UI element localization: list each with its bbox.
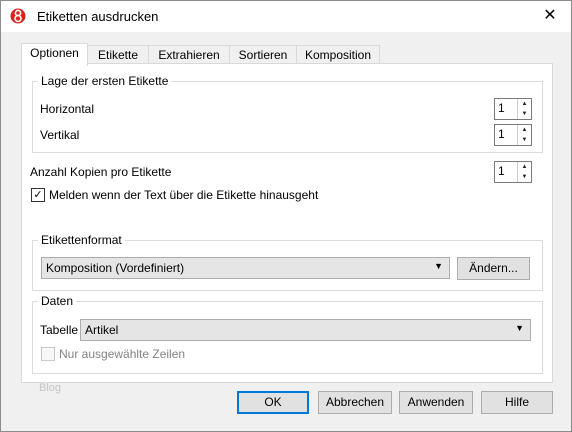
table-dropdown[interactable]: Artikel ▼ [80, 319, 531, 341]
spin-down-icon[interactable]: ▼ [518, 172, 531, 182]
copies-spinner[interactable]: 1 ▲ ▼ [494, 161, 532, 183]
spinner-buttons: ▲ ▼ [517, 125, 531, 145]
tab-etikette[interactable]: Etikette [87, 45, 149, 65]
vertical-value: 1 [498, 127, 505, 141]
tab-komposition[interactable]: Komposition [296, 45, 380, 65]
horizontal-label: Horizontal [40, 102, 95, 116]
change-format-button[interactable]: Ändern... [457, 257, 530, 280]
first-label-position-group: Lage der ersten Etikette [32, 74, 543, 153]
window-title: Etiketten ausdrucken [37, 9, 159, 24]
close-icon[interactable]: ✕ [537, 4, 563, 28]
chevron-down-icon: ▼ [434, 261, 443, 271]
group-title-data: Daten [38, 294, 77, 308]
copies-value: 1 [498, 164, 505, 178]
warn-overflow-checkbox[interactable]: ✓ [31, 188, 45, 202]
vertical-label: Vertikal [40, 128, 80, 142]
horizontal-value: 1 [498, 101, 505, 115]
dialog-window: Etiketten ausdrucken ✕ Optionen Etikette… [0, 0, 572, 432]
spinner-buttons: ▲ ▼ [517, 99, 531, 119]
tab-sortieren[interactable]: Sortieren [229, 45, 297, 65]
horizontal-spinner[interactable]: 1 ▲ ▼ [494, 98, 532, 120]
tab-optionen[interactable]: Optionen [21, 43, 88, 66]
options-panel: Lage der ersten Etikette Horizontal 1 ▲ … [21, 63, 553, 383]
tab-extrahieren[interactable]: Extrahieren [148, 45, 230, 65]
cancel-button[interactable]: Abbrechen [318, 391, 392, 414]
chevron-down-icon: ▼ [515, 323, 524, 333]
vertical-spinner[interactable]: 1 ▲ ▼ [494, 124, 532, 146]
table-value: Artikel [85, 323, 119, 337]
spin-up-icon[interactable]: ▲ [518, 125, 531, 135]
spin-down-icon[interactable]: ▼ [518, 109, 531, 119]
title-bar: Etiketten ausdrucken ✕ [1, 1, 571, 32]
group-title-format: Etikettenformat [38, 233, 125, 247]
help-button[interactable]: Hilfe [481, 391, 553, 414]
spin-down-icon[interactable]: ▼ [518, 135, 531, 145]
app-logo-icon [10, 8, 26, 24]
table-label: Tabelle [40, 323, 79, 337]
ok-button[interactable]: OK [237, 391, 309, 414]
selected-rows-checkbox[interactable] [41, 347, 55, 361]
spin-up-icon[interactable]: ▲ [518, 99, 531, 109]
spin-up-icon[interactable]: ▲ [518, 162, 531, 172]
spinner-buttons: ▲ ▼ [517, 162, 531, 182]
label-format-dropdown[interactable]: Komposition (Vordefiniert) ▼ [41, 257, 450, 279]
copies-label: Anzahl Kopien pro Etikette [30, 165, 172, 179]
label-format-value: Komposition (Vordefiniert) [46, 261, 185, 275]
group-title-position: Lage der ersten Etikette [38, 74, 172, 88]
apply-button[interactable]: Anwenden [399, 391, 473, 414]
selected-rows-label: Nur ausgewählte Zeilen [59, 347, 186, 361]
warn-overflow-label: Melden wenn der Text über die Etikette h… [49, 188, 319, 202]
background-faint-text: Blog [39, 382, 62, 394]
